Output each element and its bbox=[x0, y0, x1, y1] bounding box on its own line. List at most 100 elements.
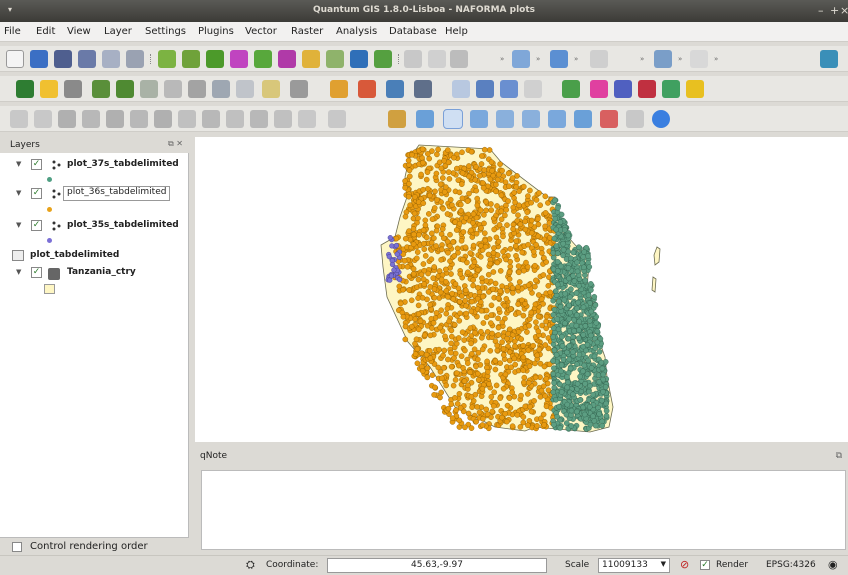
menu-database[interactable]: Database bbox=[389, 26, 437, 37]
zoom-next-icon[interactable] bbox=[600, 110, 618, 128]
expand-arrow-icon[interactable]: ▼ bbox=[16, 268, 21, 276]
menu-vector[interactable]: Vector bbox=[245, 26, 277, 37]
simplify-feature-icon[interactable] bbox=[106, 110, 124, 128]
add-wcs-layer-icon[interactable] bbox=[278, 50, 296, 68]
ftools-icon[interactable] bbox=[358, 80, 376, 98]
layer-item-plot-35s[interactable]: ▼ ✓ plot_35s_tabdelimited bbox=[0, 218, 189, 234]
openlayers-icon[interactable] bbox=[500, 80, 518, 98]
heatmap-icon[interactable] bbox=[212, 80, 230, 98]
layer-item-plot-36s[interactable]: ▼ ✓ plot_36s_tabdelimited bbox=[0, 186, 189, 202]
qnote-text-area[interactable] bbox=[201, 470, 846, 550]
expand-arrow-icon[interactable]: ▼ bbox=[16, 160, 21, 168]
sun-plugin-icon[interactable] bbox=[686, 80, 704, 98]
database-icon[interactable] bbox=[820, 50, 838, 68]
new-shapefile-icon[interactable] bbox=[350, 50, 368, 68]
render-order-checkbox[interactable] bbox=[12, 542, 22, 552]
oracle-icon[interactable] bbox=[414, 80, 432, 98]
coordinate-toggle-icon[interactable]: ⛭ bbox=[246, 558, 255, 572]
layer-item-plot-37s[interactable]: ▼ ✓ plot_37s_tabdelimited bbox=[0, 157, 189, 173]
qnote-close-icon[interactable]: ⧉ bbox=[836, 451, 842, 461]
zoom-out-icon[interactable] bbox=[470, 110, 488, 128]
layer-item-tanzania-ctry[interactable]: ▼ ✓ Tanzania_ctry bbox=[0, 265, 189, 281]
render-checkbox[interactable]: ✓ bbox=[700, 560, 710, 570]
pan-map-icon[interactable] bbox=[388, 110, 406, 128]
menu-analysis[interactable]: Analysis bbox=[336, 26, 377, 37]
layer-visibility-checkbox[interactable]: ✓ bbox=[31, 159, 42, 170]
georeferencer-icon[interactable] bbox=[164, 80, 182, 98]
raster-tools-icon[interactable] bbox=[590, 50, 608, 68]
map-canvas[interactable] bbox=[195, 137, 848, 442]
web-tools-icon[interactable] bbox=[654, 50, 672, 68]
qnote-icon[interactable] bbox=[562, 80, 580, 98]
zoom-to-layer-icon[interactable] bbox=[522, 110, 540, 128]
composer-manager-icon[interactable] bbox=[126, 50, 144, 68]
digitize-icon[interactable] bbox=[550, 50, 568, 68]
delete-part-icon[interactable] bbox=[202, 110, 220, 128]
expand-arrow-icon[interactable]: ▼ bbox=[16, 189, 21, 197]
redo-icon[interactable] bbox=[34, 110, 52, 128]
add-part-icon[interactable] bbox=[154, 110, 172, 128]
add-wms-layer-icon[interactable] bbox=[254, 50, 272, 68]
plugin-icon[interactable] bbox=[690, 50, 708, 68]
menu-plugins[interactable]: Plugins bbox=[198, 26, 234, 37]
toolbar-overflow-icon[interactable]: » bbox=[640, 55, 644, 63]
settings-gear-icon[interactable] bbox=[290, 80, 308, 98]
table-join-icon[interactable] bbox=[662, 80, 680, 98]
zoom-last-icon[interactable] bbox=[574, 110, 592, 128]
node-tool-icon[interactable] bbox=[328, 110, 346, 128]
panel-float-close-icon[interactable]: ⧉ ✕ bbox=[168, 139, 183, 149]
zoom-to-selection-icon[interactable] bbox=[548, 110, 566, 128]
vector-bender-icon[interactable] bbox=[590, 80, 608, 98]
pan-to-selection-icon[interactable] bbox=[416, 110, 434, 128]
spatial-query-icon[interactable] bbox=[262, 80, 280, 98]
mmqgis-icon[interactable] bbox=[476, 80, 494, 98]
offset-curve-icon[interactable] bbox=[250, 110, 268, 128]
rotate-point-symbols-icon[interactable] bbox=[82, 110, 100, 128]
delete-ring-icon[interactable] bbox=[178, 110, 196, 128]
toolbar-overflow-icon[interactable]: » bbox=[714, 55, 718, 63]
sextante-icon[interactable] bbox=[638, 80, 656, 98]
move-feature-icon[interactable] bbox=[58, 110, 76, 128]
menu-file[interactable]: File bbox=[4, 26, 21, 37]
new-spatialite-layer-icon[interactable] bbox=[374, 50, 392, 68]
add-wfs-layer-icon[interactable] bbox=[302, 50, 320, 68]
points-to-paths-icon[interactable] bbox=[614, 80, 632, 98]
split-features-icon[interactable] bbox=[274, 110, 292, 128]
menu-raster[interactable]: Raster bbox=[291, 26, 323, 37]
new-project-icon[interactable] bbox=[6, 50, 24, 68]
menu-help[interactable]: Help bbox=[445, 26, 468, 37]
toolbar-overflow-icon[interactable]: » bbox=[678, 55, 682, 63]
stop-render-icon[interactable]: ⊘ bbox=[680, 558, 689, 571]
undo-icon[interactable] bbox=[10, 110, 28, 128]
close-icon[interactable]: × bbox=[840, 4, 848, 17]
scale-field[interactable]: 11009133 ▼ bbox=[598, 558, 670, 573]
expand-arrow-icon[interactable]: ▼ bbox=[16, 221, 21, 229]
interpolation-icon[interactable] bbox=[188, 80, 206, 98]
add-postgis-layer-icon[interactable] bbox=[206, 50, 224, 68]
save-as-icon[interactable] bbox=[78, 50, 96, 68]
vector-tools-icon[interactable] bbox=[140, 80, 158, 98]
grass-region-icon[interactable] bbox=[116, 80, 134, 98]
add-delimited-text-icon[interactable] bbox=[326, 50, 344, 68]
identify-features-icon[interactable] bbox=[512, 50, 530, 68]
layer-visibility-checkbox[interactable]: ✓ bbox=[31, 188, 42, 199]
save-edits-icon[interactable] bbox=[428, 50, 446, 68]
gps-tools-icon[interactable] bbox=[16, 80, 34, 98]
add-vector-layer-icon[interactable] bbox=[158, 50, 176, 68]
print-composer-icon[interactable] bbox=[102, 50, 120, 68]
add-feature-icon[interactable] bbox=[450, 50, 468, 68]
menu-layer[interactable]: Layer bbox=[104, 26, 132, 37]
zoom-in-icon[interactable] bbox=[443, 109, 463, 129]
toolbar-overflow-icon[interactable]: » bbox=[574, 55, 578, 63]
zoom-full-icon[interactable] bbox=[496, 110, 514, 128]
table-manager-icon[interactable] bbox=[386, 80, 404, 98]
minimize-icon[interactable]: – bbox=[818, 4, 824, 17]
map-svg[interactable] bbox=[195, 137, 848, 442]
save-project-icon[interactable] bbox=[54, 50, 72, 68]
text-plugin-icon[interactable] bbox=[524, 80, 542, 98]
menu-settings[interactable]: Settings bbox=[145, 26, 186, 37]
layer-item-plot-tabdelimited[interactable]: plot_tabdelimited bbox=[0, 248, 189, 264]
toolbar-overflow-icon[interactable]: » bbox=[500, 55, 504, 63]
menu-view[interactable]: View bbox=[67, 26, 91, 37]
road-graph-icon[interactable] bbox=[236, 80, 254, 98]
